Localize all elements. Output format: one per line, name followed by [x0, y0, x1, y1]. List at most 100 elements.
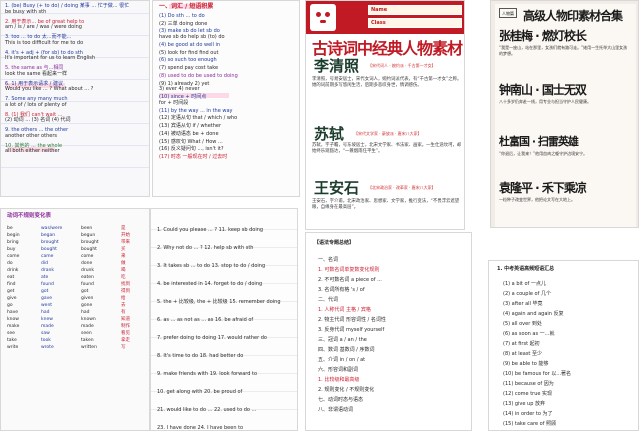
doc-header: 1. 中考英语高频短语汇总: [497, 266, 555, 272]
phrase-line: (13) give up 放弃: [503, 401, 545, 407]
outline-line: 六、形容词和副词: [318, 367, 359, 373]
outline-line: 一、名词: [318, 257, 339, 263]
outline-line: 2. 物主代词 形容词性 / 名词性: [318, 317, 386, 323]
phrase-line: (5) all over 到处: [503, 321, 542, 327]
phrase-line: (3) after all 毕竟: [503, 301, 543, 307]
note-line: 23. I have done 24. I have been to: [157, 425, 244, 431]
phrase-line: (11) because of 因为: [503, 381, 554, 387]
figure-name: 王安石: [314, 179, 360, 197]
name-field: Name: [368, 5, 462, 15]
entry-name: 张桂梅 · 燃灯校长: [499, 29, 587, 43]
note-line: (6) so such too enough: [159, 57, 217, 64]
doc-header: 【语法专题总结】: [314, 240, 355, 246]
entry-note: “你退后，让我来！”他用血肉之躯守护边境安宁。: [499, 151, 588, 156]
phrase-line: (9) be able to 能够: [503, 361, 549, 367]
verb-column-meaning: 是开始 带来 买来做 喝吃找到 得到给去 有知道 制作 看见 拿走写: [121, 226, 130, 350]
note-line: Would you like ... ? What about ... ?: [5, 86, 94, 93]
note-line: 9. make friends with 19. look forward to: [157, 371, 258, 377]
phrase-list-thumbnail[interactable]: 1. 中考英语高频短语汇总 (1) a bit of 一点儿 (2) a cou…: [488, 260, 639, 431]
notes-thumbnail-2[interactable]: 一、词汇 / 短语积累 (1) Do sth ... to do (2) 三单 …: [152, 0, 300, 197]
note-line: be busy with sth: [5, 8, 47, 15]
outline-line: 1. 可数名词单复数变化规则: [318, 267, 380, 273]
note-line: am / is / are / was / were doing: [5, 24, 82, 31]
note-line: (11) by the way ... in the way: [159, 107, 233, 114]
phrase-line: (12) come true 实现: [503, 391, 553, 397]
figure-materials-thumbnail[interactable]: 人物篇 高级人物印素材合集 张桂梅 · 燃灯校长 “我是一座山，站在那里，女孩们…: [490, 0, 639, 228]
note-line: 21. would like to do ... 22. used to do …: [157, 407, 257, 413]
note-line: (15) 感叹句 What / How ...: [159, 138, 223, 145]
note-line: 3) ever 4) never: [159, 86, 200, 93]
poetry-figures-thumbnail[interactable]: Name Class 古诗词中经典人物素材 李清照 【宋代词人 · 婉约派 · …: [305, 0, 465, 230]
entry-name: 钟南山 · 国士无双: [499, 83, 587, 97]
ruled-line: [1, 167, 149, 168]
phrase-line: (14) in order to 为了: [503, 411, 553, 417]
header-band: Name Class: [306, 1, 464, 34]
entry-name: 袁隆平 · 禾下乘凉: [499, 181, 587, 195]
name-label: Name: [371, 7, 388, 13]
phrase-line: (10) be famous for 以...著名: [503, 371, 572, 377]
notes-thumbnail-1[interactable]: 1. (be) Busy (+ to do) / doing 某事 ... 忙于…: [0, 0, 150, 197]
note-line: all both either neither: [5, 148, 60, 155]
verb-column-past: was/were began brought bought came did drank…: [41, 226, 63, 350]
figure-description: 王安石，字介甫，北宋政治家、思想家、文学家，推行变法，“不畏浮云遮望眼，自缘身在…: [312, 199, 460, 211]
figure-tag: 【北宋政治家 · 改革家 · 唐宋八大家】: [368, 185, 436, 190]
verb-column-base: be begin bring buy come do drink eat find get g…: [7, 226, 20, 350]
note-line: (13) 宾语从句 if / whether: [159, 123, 222, 130]
note-line: 3. It takes sb ... to do 13. stop to do …: [157, 263, 266, 269]
mascot-icon: [310, 4, 336, 31]
note-line: 6. as ... as not as ... as 16. be afraid…: [157, 317, 254, 323]
note-line: (17) 时态 一般现在时 / 过去时: [159, 154, 228, 161]
note-line: (12) 定语从句 that / which / who: [159, 115, 238, 122]
entry-name: 杜富国 · 扫雷英雄: [499, 135, 579, 148]
figure-tag: 【宋代文学家 · 豪放派 · 唐宋八大家】: [354, 131, 422, 136]
note-line: (4) be good at do well in: [159, 41, 221, 48]
phrase-line: (8) at least 至少: [503, 351, 542, 357]
outline-line: 七、动词时态与语态: [318, 397, 364, 403]
figure-description: 李清照，号易安居士，宋代女词人，婉约词派代表，有“千古第一才女”之称。她的词前期…: [312, 77, 462, 89]
note-line: 4. be interested in 14. forget to do / d…: [157, 281, 263, 287]
note-line: a lot of / lots of plenty of: [5, 101, 67, 108]
note-line: This is too difficult for me to do: [5, 39, 84, 46]
phrase-line: (4) again and again 反复: [503, 311, 564, 317]
entry-note: 八十多岁仍奔赴一线，用专业与担当守护人民健康。: [499, 99, 591, 104]
sentence-patterns-thumbnail[interactable]: 1. Could you please ... ? 11. keep sb do…: [150, 208, 298, 431]
class-field: Class: [368, 18, 462, 28]
verb-table-thumbnail[interactable]: 动词不规则变化表 be begin bring buy come do drink eat…: [0, 208, 150, 431]
note-line: (5) look for find find out: [159, 49, 219, 56]
note-line: for + 时间段: [159, 99, 189, 106]
note-line: (8) used to do be used to doing: [159, 72, 238, 79]
note-line: look the same 看起来一样: [5, 70, 67, 77]
figure-name: 李清照: [314, 57, 360, 75]
outline-line: 1. 人称代词 主格 / 宾格: [318, 307, 371, 313]
notes-header: 一、词汇 / 短语积累: [159, 3, 214, 10]
note-line: (1) Do sth ... to do: [159, 12, 205, 19]
outline-line: 2. 规则变化 / 不规则变化: [318, 387, 375, 393]
note-line: (7) spend pay cost take: [159, 65, 219, 72]
note-line: (2) 动词 ... (3) 名词 (4) 代词: [5, 117, 71, 124]
note-line: 7. prefer doing to doing 17. would rathe…: [157, 335, 267, 341]
phrase-line: (6) as soon as 一...就: [503, 331, 555, 337]
note-line: 8. It's time to do 18. had better do: [157, 353, 244, 359]
outline-line: 五、介词 in / on / at: [318, 357, 366, 363]
outline-line: 1. 比较级和最高级: [318, 377, 360, 383]
outline-line: 四、数词 基数词 / 序数词: [318, 347, 375, 353]
note-line: 5. the + 比较级, the + 比较级 15. remember doi…: [157, 299, 281, 305]
phrase-line: (15) take care of 照顾: [503, 421, 557, 427]
grammar-outline-thumbnail[interactable]: 【语法专题总结】 一、名词 1. 可数名词单复数变化规则 2. 不可数名词 a …: [305, 232, 472, 431]
class-label: Class: [371, 20, 386, 26]
outline-line: 二、代词: [318, 297, 339, 303]
note-line: (14) 被动语态 be + done: [159, 130, 219, 137]
outline-line: 3. 反身代词 myself yourself: [318, 327, 385, 333]
phrase-line: (7) at first 起初: [503, 341, 540, 347]
note-line: It's important for us to learn English: [5, 55, 96, 62]
note-line: another other others: [5, 132, 57, 139]
phrase-line: (1) a bit of 一点儿: [503, 281, 546, 287]
entry-note: “我是一座山，站在那里，女孩们就有路可走。”她用一生托举大山里女孩的梦想。: [499, 45, 628, 56]
table-header: 动词不规则变化表: [7, 213, 52, 219]
outline-line: 2. 不可数名词 a piece of ...: [318, 277, 382, 283]
figure-tag: 【宋代词人 · 婉约派 · 千古第一才女】: [368, 63, 436, 68]
figure-description: 苏轼，字子瞻，号东坡居士，北宋文学家、书法家、画家。一生仕途坎坷，却始终乐观豁达…: [312, 143, 462, 155]
outline-line: 三、冠词 a / an / the: [318, 337, 367, 343]
note-line: (16) 反义疑问句 ..., isn't it?: [159, 146, 224, 153]
note-line: have sb do help sb (to) do: [159, 34, 225, 41]
